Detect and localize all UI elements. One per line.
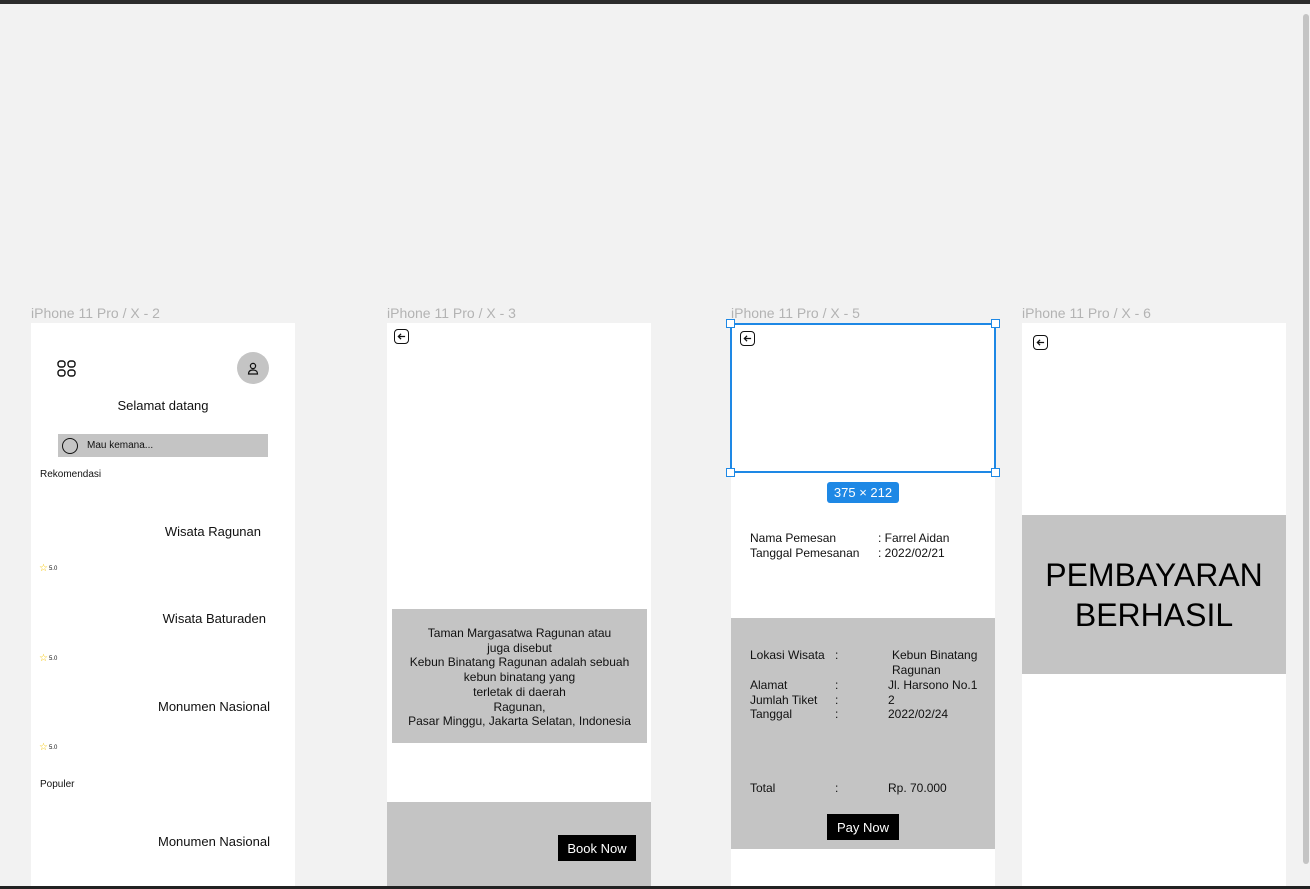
description-text: Taman Margasatwa Ragunan atau juga diseb… bbox=[408, 626, 631, 729]
back-arrow-icon[interactable] bbox=[1033, 335, 1048, 350]
bottom-action-bar: Book Now bbox=[387, 802, 651, 889]
rating-value: 5.0 bbox=[48, 655, 58, 662]
frame-label-x5[interactable]: iPhone 11 Pro / X - 5 bbox=[731, 305, 860, 321]
popular-place-title[interactable]: Monumen Nasional bbox=[158, 834, 270, 849]
lokasi-label: Lokasi Wisata bbox=[750, 648, 825, 662]
description-box: Taman Margasatwa Ragunan atau juga diseb… bbox=[392, 609, 647, 743]
frame-home[interactable]: Selamat datang Mau kemana... Rekomendasi… bbox=[31, 323, 295, 889]
rating-value: 5.0 bbox=[48, 744, 58, 751]
grid-menu-icon[interactable] bbox=[57, 360, 76, 377]
app-top-bar bbox=[0, 0, 1310, 4]
customer-row: Tanggal Pemesanan : 2022/02/21 bbox=[750, 546, 945, 560]
greeting-title: Selamat datang bbox=[117, 398, 209, 413]
star-icon: ☆ bbox=[39, 563, 48, 574]
success-line-2: BERHASIL bbox=[1074, 596, 1234, 633]
order-rows: Alamat : Jl. Harsono No.1 Jumlah Tiket :… bbox=[750, 678, 977, 722]
star-icon: ☆ bbox=[39, 653, 48, 664]
rating: ☆ 5.0 bbox=[39, 742, 57, 753]
place-title[interactable]: Monumen Nasional bbox=[158, 699, 270, 714]
order-row: Jumlah Tiket : 2 bbox=[750, 692, 895, 707]
book-now-button[interactable]: Book Now bbox=[558, 835, 636, 861]
lokasi-value: Kebun Binatang Ragunan bbox=[892, 648, 978, 677]
search-icon bbox=[62, 438, 78, 454]
order-row: Tanggal : 2022/02/24 bbox=[750, 707, 949, 721]
selection-box[interactable] bbox=[730, 323, 996, 473]
back-arrow-icon[interactable] bbox=[394, 329, 409, 344]
lokasi-colon: : bbox=[835, 648, 839, 662]
section-populer: Populer bbox=[40, 779, 75, 790]
place-title[interactable]: Wisata Baturaden bbox=[163, 611, 266, 626]
frame-success[interactable]: PEMBAYARAN BERHASIL bbox=[1022, 323, 1286, 889]
frame-label-x6[interactable]: iPhone 11 Pro / X - 6 bbox=[1022, 305, 1151, 321]
rating: ☆ 5.0 bbox=[39, 653, 57, 664]
frame-detail[interactable]: Taman Margasatwa Ragunan atau juga diseb… bbox=[387, 323, 651, 889]
success-line-1: PEMBAYARAN bbox=[1045, 556, 1263, 593]
user-icon bbox=[247, 362, 259, 375]
order-row: Alamat : Jl. Harsono No.1 bbox=[750, 678, 978, 692]
frame-label-x2[interactable]: iPhone 11 Pro / X - 2 bbox=[31, 305, 160, 321]
resize-handle-top-left[interactable] bbox=[726, 319, 735, 328]
profile-avatar[interactable] bbox=[237, 352, 269, 384]
customer-row: Nama Pemesan : Farrel Aidan bbox=[750, 531, 950, 545]
pay-now-button[interactable]: Pay Now bbox=[827, 814, 899, 840]
vertical-scrollbar[interactable] bbox=[1303, 14, 1309, 864]
frame-label-x3[interactable]: iPhone 11 Pro / X - 3 bbox=[387, 305, 516, 321]
total-row: Total : Rp. 70.000 bbox=[750, 781, 947, 795]
star-icon: ☆ bbox=[39, 742, 48, 753]
customer-info: Nama Pemesan : Farrel Aidan Tanggal Peme… bbox=[750, 531, 949, 561]
resize-handle-bottom-left[interactable] bbox=[726, 468, 735, 477]
rating: ☆ 5.0 bbox=[39, 563, 57, 574]
resize-handle-top-right[interactable] bbox=[991, 319, 1000, 328]
rating-value: 5.0 bbox=[48, 565, 58, 572]
resize-handle-bottom-right[interactable] bbox=[991, 468, 1000, 477]
search-bar[interactable]: Mau kemana... bbox=[58, 434, 268, 457]
search-input[interactable]: Mau kemana... bbox=[87, 440, 153, 451]
success-banner: PEMBAYARAN BERHASIL bbox=[1022, 515, 1286, 674]
place-title[interactable]: Wisata Ragunan bbox=[165, 524, 261, 539]
section-rekomendasi: Rekomendasi bbox=[40, 469, 102, 480]
order-summary-box: Lokasi Wisata : Kebun Binatang Ragunan A… bbox=[731, 618, 995, 849]
size-badge: 375 × 212 bbox=[827, 482, 899, 503]
